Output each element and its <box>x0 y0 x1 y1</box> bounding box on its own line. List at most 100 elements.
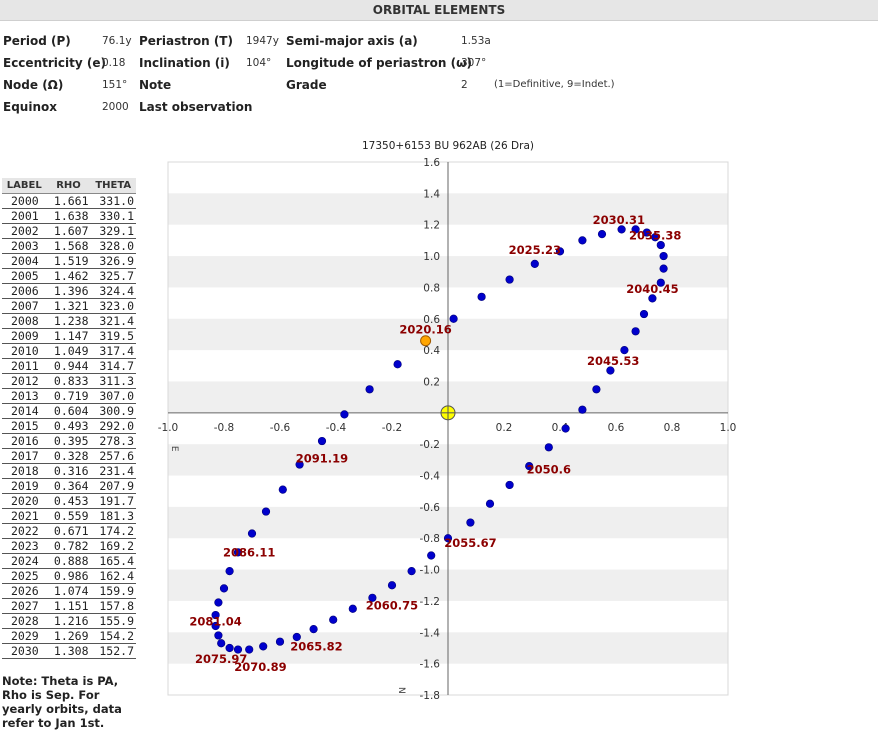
cell-rho: 1.321 <box>46 298 91 314</box>
epoch-label: 2030.31 <box>593 213 645 227</box>
y-tick-label: -0.8 <box>420 533 441 545</box>
equinox-value: 2000 <box>102 101 129 113</box>
orbit-point <box>631 327 640 336</box>
cell-theta: 311.3 <box>90 373 136 389</box>
table-row: 2008 1.238 321.4 <box>2 313 136 329</box>
x-tick-label: 0.8 <box>664 422 681 434</box>
table-row: 2010 1.049 317.4 <box>2 343 136 359</box>
inclination-value: 104° <box>246 57 272 69</box>
periastron-value: 1947y <box>246 35 279 47</box>
orbit-point <box>544 443 553 452</box>
cell-rho: 0.493 <box>46 418 91 434</box>
epoch-label: 2065.82 <box>290 639 342 653</box>
cell-label: 2008 <box>2 313 47 329</box>
y-tick-label: 1.0 <box>423 251 440 263</box>
table-row: 2024 0.888 165.4 <box>2 553 136 569</box>
epoch-label: 2091.19 <box>296 451 348 465</box>
current-position-marker <box>420 335 432 347</box>
table-row: 2019 0.364 207.9 <box>2 478 136 494</box>
orbit-plot: -1.0 -0.8 -0.6 -0.4 -0.2 0.2 0.4 0.6 0.8 1.0 1.6 1… <box>158 140 737 702</box>
table-row: 2029 1.269 154.2 <box>2 628 136 644</box>
cell-theta: 231.4 <box>90 463 136 479</box>
orbit-point <box>407 567 416 576</box>
y-tick-label: -1.8 <box>420 690 441 702</box>
cell-theta: 331.0 <box>90 193 136 209</box>
cell-theta: 181.3 <box>90 508 136 524</box>
table-row: 2011 0.944 314.7 <box>2 358 136 374</box>
x-tick-label: -0.8 <box>214 422 235 434</box>
orbit-point <box>214 598 223 607</box>
epoch-label: 2050.6 <box>527 462 571 476</box>
table-row: 2026 1.074 159.9 <box>2 583 136 599</box>
orbit-point <box>225 567 234 576</box>
column-header-theta: THETA <box>90 178 136 194</box>
y-tick-labels: 1.61.41.21.00.80.60.40.2-0.2-0.4-0.6-0.8… <box>420 157 441 702</box>
header-bar: ORBITAL ELEMENTS <box>0 0 878 21</box>
cell-rho: 0.364 <box>46 478 91 494</box>
cell-rho: 0.671 <box>46 523 91 539</box>
cell-label: 2026 <box>2 583 47 599</box>
orbit-plot-panel: -1.0 -0.8 -0.6 -0.4 -0.2 0.2 0.4 0.6 0.8 1.0 1.6 1… <box>148 132 748 737</box>
cell-label: 2016 <box>2 433 47 449</box>
table-row: 2004 1.519 326.9 <box>2 253 136 269</box>
table-row: 2016 0.395 278.3 <box>2 433 136 449</box>
cell-rho: 0.944 <box>46 358 91 374</box>
equinox-label: Equinox <box>3 100 57 114</box>
cell-rho: 1.269 <box>46 628 91 644</box>
cell-theta: 278.3 <box>90 433 136 449</box>
note-label: Note <box>139 78 172 92</box>
table-row: 2009 1.147 319.5 <box>2 328 136 344</box>
orbit-point <box>261 507 271 516</box>
y-tick-label: 0.2 <box>423 376 440 388</box>
east-axis-label: E <box>169 446 179 452</box>
cell-label: 2003 <box>2 238 47 254</box>
table-row: 2030 1.308 152.7 <box>2 643 136 659</box>
longitude-label: Longitude of periastron (ω) <box>286 56 472 70</box>
orbit-point <box>278 485 287 494</box>
node-value: 151° <box>102 79 128 91</box>
period-value: 76.1y <box>102 35 132 47</box>
inclination-label: Inclination (i) <box>139 56 230 70</box>
x-tick-label: 0.6 <box>608 422 625 434</box>
cell-label: 2002 <box>2 223 47 239</box>
cell-rho: 1.216 <box>46 613 91 629</box>
node-label: Node (Ω) <box>3 78 64 92</box>
cell-theta: 207.9 <box>90 478 136 494</box>
table-row: 2023 0.782 169.2 <box>2 538 136 554</box>
cell-theta: 162.4 <box>90 568 136 584</box>
table-row: 2021 0.559 181.3 <box>2 508 136 524</box>
cell-rho: 0.719 <box>46 388 91 404</box>
table-row: 2018 0.316 231.4 <box>2 463 136 479</box>
table-row: 2017 0.328 257.6 <box>2 448 136 464</box>
epoch-label: 2081.04 <box>189 614 241 628</box>
cell-rho: 1.074 <box>46 583 91 599</box>
cell-theta: 292.0 <box>90 418 136 434</box>
cell-rho: 0.328 <box>46 448 91 464</box>
orbit-point <box>578 405 587 414</box>
cell-label: 2025 <box>2 568 47 584</box>
orbit-point <box>317 436 327 446</box>
epoch-label: 2020.16 <box>399 323 451 337</box>
cell-rho: 0.559 <box>46 508 91 524</box>
cell-theta: 326.9 <box>90 253 136 269</box>
orbit-point <box>275 637 285 646</box>
orbit-point <box>217 639 226 648</box>
cell-theta: 330.1 <box>90 208 136 224</box>
orbit-point <box>449 314 458 323</box>
epoch-label: 2060.75 <box>366 599 418 613</box>
cell-rho: 1.607 <box>46 223 91 239</box>
cell-theta: 307.0 <box>90 388 136 404</box>
y-tick-label: -1.4 <box>420 627 441 639</box>
eccentricity-value: 0.18 <box>102 57 126 69</box>
x-tick-label: 0.2 <box>496 422 513 434</box>
orbit-point <box>348 604 357 613</box>
cell-theta: 321.4 <box>90 313 136 329</box>
period-label: Period (P) <box>3 34 71 48</box>
table-row: 2022 0.671 174.2 <box>2 523 136 539</box>
y-tick-label: 1.4 <box>423 188 440 200</box>
x-tick-label: 1.0 <box>720 422 737 434</box>
y-tick-label: -1.0 <box>420 565 441 577</box>
y-tick-label: -0.4 <box>420 471 441 483</box>
periastron-label: Periastron (T) <box>139 34 233 48</box>
cell-theta: 159.9 <box>90 583 136 599</box>
